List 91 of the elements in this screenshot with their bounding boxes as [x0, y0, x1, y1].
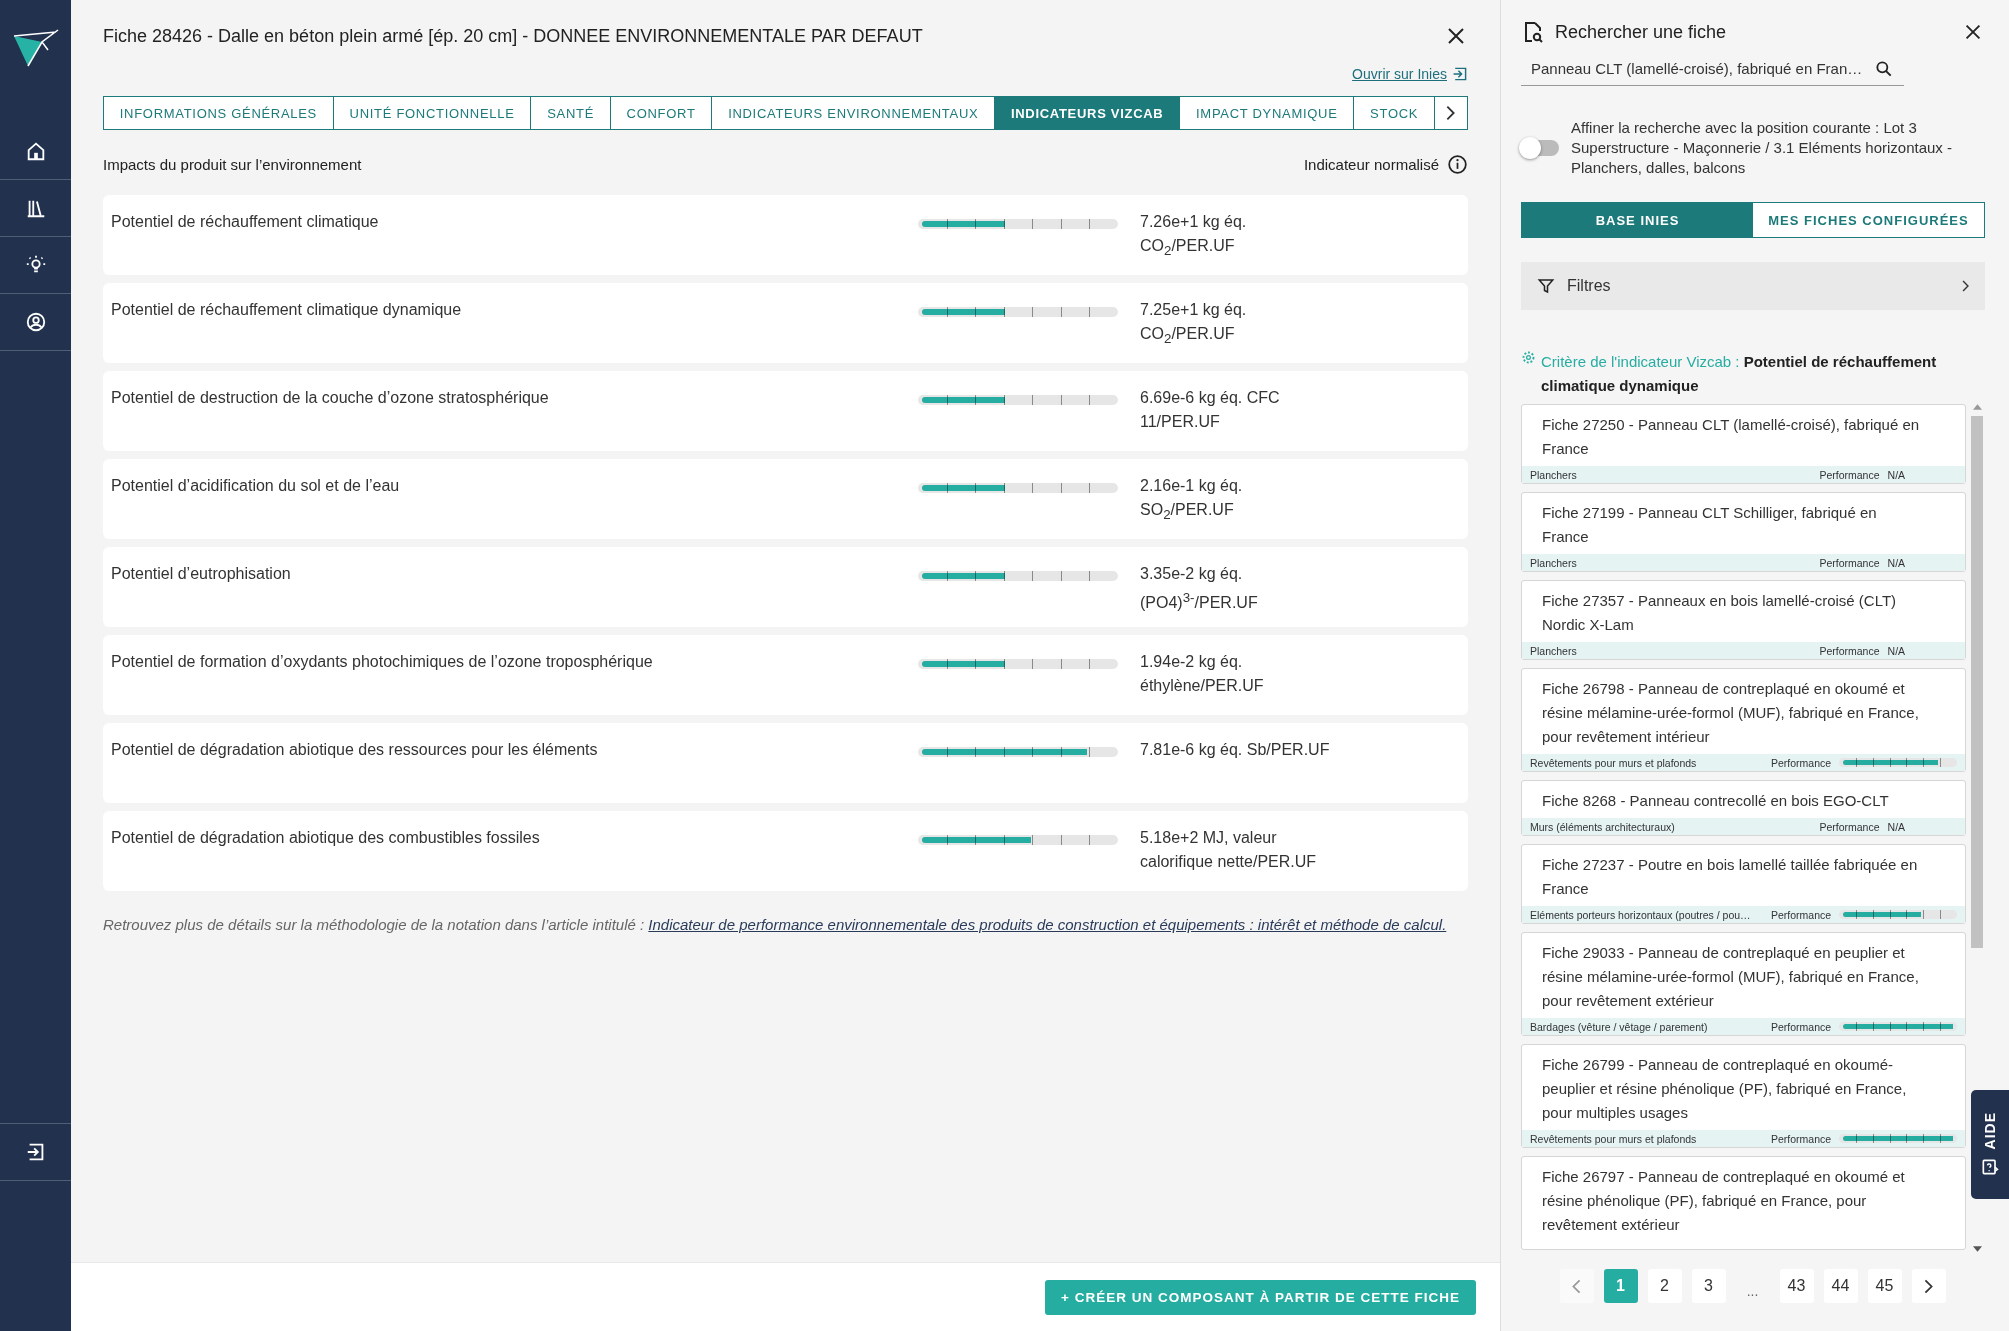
filters-button[interactable]: Filtres — [1521, 262, 1985, 310]
impact-value: 7.81e-6 kg éq. Sb/PER.UF — [1140, 740, 1331, 760]
performance-label: Performance — [1770, 756, 1832, 769]
article-link[interactable]: Indicateur de performance environnementale des produits de construction et équipements : intérêt et méthode de calcul. — [648, 916, 1447, 933]
open-link[interactable]: Ouvrir sur Inies — [1352, 66, 1468, 82]
performance-value: N/A — [1887, 820, 1906, 833]
scroll-down-icon[interactable] — [1972, 1246, 1982, 1252]
user-icon[interactable] — [24, 311, 47, 333]
filter-icon — [1537, 277, 1555, 295]
search-icon[interactable] — [1874, 58, 1894, 79]
performance-label: Performance — [1819, 556, 1880, 569]
help-tab[interactable]: AIDE — [1971, 1090, 2009, 1199]
result-title: Fiche 27237 - Poutre en bois lamellé taillée fabriquée en France — [1541, 855, 1919, 899]
search-field[interactable]: Panneau CLT (lamellé-croisé), fabriqué en Fran… — [1521, 52, 1904, 86]
source-tab[interactable]: MES FICHES CONFIGURÉES — [1753, 203, 1984, 237]
chevron-right-icon — [1924, 1278, 1933, 1294]
result-card[interactable]: Fiche 27250 - Panneau CLT (lamellé-croisé), fabriqué en France Planchers Performance N/A — [1521, 404, 1967, 484]
methodology-note: Retrouvez plus de détails sur la méthodologie de la notation dans l’article intitulé : Indicateur de performance environnementale des produits de construction et équipements : intérêt et méthode de calcul. — [103, 915, 1448, 935]
help-icon — [1980, 1157, 2000, 1178]
page-button[interactable]: 43 — [1779, 1269, 1814, 1303]
performance-label: Performance — [1770, 1020, 1832, 1033]
impact-label: Potentiel d’acidification du sol et de l’eau — [111, 476, 401, 496]
performance-label: Performance — [1819, 468, 1880, 481]
pagination-ellipsis: ... — [1745, 1282, 1760, 1299]
result-card[interactable]: Fiche 27357 - Panneaux en bois lamellé-croisé (CLT) Nordic X-Lam Planchers Performance N/A — [1521, 580, 1967, 660]
performance-label: Performance — [1819, 820, 1880, 833]
page-button[interactable]: 3 — [1691, 1269, 1726, 1303]
performance-value: N/A — [1887, 556, 1906, 569]
category-label: Murs (éléments architecturaux) — [1530, 820, 1675, 833]
normalized-indicator-label: Indicateur normalisé — [1303, 156, 1439, 173]
category-label: Planchers — [1530, 468, 1577, 481]
impact-value: 2.16e-1 kg éq. SO$_{2}$/PER.UF — [1140, 476, 1244, 525]
page-button[interactable]: 2 — [1647, 1269, 1682, 1303]
logo-icon[interactable] — [11, 28, 60, 68]
result-title: Fiche 26798 - Panneau de contreplaqué en okoumé et résine mélamine-urée-formol (MUF), fabriqué en France, pour revêtement intérieur — [1541, 679, 1920, 747]
result-card[interactable]: Fiche 29033 - Panneau de contreplaqué en peuplier et résine mélamine-urée-formol (MUF), fabriqué en France, pour revêtement extérieur Bardages (vêture / vêtage / parement) Performance — [1521, 932, 1967, 1036]
impact-label: Potentiel de dégradation abiotique des ressources pour les éléments — [111, 740, 599, 760]
performance-value: N/A — [1887, 644, 1906, 657]
page-button[interactable]: 45 — [1867, 1269, 1902, 1303]
result-card[interactable]: Fiche 26798 - Panneau de contreplaqué en okoumé et résine mélamine-urée-formol (MUF), fabriqué en France, pour revêtement intérieur Revêtements pour murs et plafonds Performance — [1521, 668, 1967, 772]
chevron-right-icon — [1446, 105, 1456, 121]
gear-icon — [1521, 350, 1536, 365]
performance-value: N/A — [1887, 468, 1906, 481]
result-card[interactable]: Fiche 27237 - Poutre en bois lamellé taillée fabriquée en France Eléments porteurs horizontaux (poutres / pou… Performance — [1521, 844, 1967, 924]
impact-label: Potentiel de réchauffement climatique — [111, 212, 380, 232]
result-card[interactable]: Fiche 26797 - Panneau de contreplaqué en okoumé et résine phénolique (PF), fabriqué en France, pour revêtement extérieur — [1521, 1156, 1967, 1250]
criterion-text: Critère de l'indicateur Vizcab : Potentiel de réchauffement climatique dynamique — [1541, 352, 1938, 396]
impact-label: Potentiel de réchauffement climatique dynamique — [111, 300, 463, 320]
impact-value: 5.18e+2 MJ, valeur calorifique nette/PER.UF — [1140, 828, 1318, 872]
result-card[interactable]: Fiche 27199 - Panneau CLT Schilliger, fabriqué en France Planchers Performance N/A — [1521, 492, 1967, 572]
info-icon[interactable] — [1447, 154, 1468, 175]
toggle-label: Affiner la recherche avec la position courante : Lot 3 Superstructure - Maçonnerie / 3.1 Eléments horizontaux - Planchers, dalles, balcons — [1571, 118, 1953, 178]
impact-label: Potentiel de formation d’oxydants photochimiques de l’ozone troposphérique — [111, 652, 654, 672]
section-title: Impacts du produit sur l’environnement — [103, 156, 362, 173]
impact-value: 1.94e-2 kg éq. éthylène/PER.UF — [1140, 652, 1265, 696]
result-card[interactable]: Fiche 8268 - Panneau contrecollé en bois EGO-CLT Murs (éléments architecturaux) Performance N/A — [1521, 780, 1967, 836]
result-title: Fiche 8268 - Panneau contrecollé en bois EGO-CLT — [1541, 791, 1890, 811]
dialog-title: Fiche 28426 - Dalle en béton plein armé [ép. 20 cm] - DONNEE ENVIRONNEMENTALE PAR DEFAUT — [103, 25, 923, 47]
performance-label: Performance — [1770, 1132, 1832, 1145]
result-card[interactable]: Fiche 26799 - Panneau de contreplaqué en okoumé-peuplier et résine phénolique (PF), fabriqué en France, pour multiples usages Revêtements pour murs et plafonds Performance — [1521, 1044, 1967, 1148]
category-label: Revêtements pour murs et plafonds — [1530, 1132, 1697, 1145]
result-title: Fiche 29033 - Panneau de contreplaqué en peuplier et résine mélamine-urée-formol (MUF), fabriqué en France, pour revêtement extérieur — [1541, 943, 1920, 1011]
performance-label: Performance — [1819, 644, 1880, 657]
impact-label: Potentiel de dégradation abiotique des combustibles fossiles — [111, 828, 541, 848]
scrollbar[interactable] — [1970, 404, 1984, 1252]
impact-value: 7.26e+1 kg éq. CO$_{2}$/PER.UF — [1140, 212, 1248, 261]
impact-value: 7.25e+1 kg éq. CO$_{2}$/PER.UF — [1140, 300, 1248, 349]
chevron-right-icon — [1962, 280, 1969, 292]
tab[interactable]: INDICATEURS VIZCAB — [995, 97, 1181, 129]
scroll-up-icon[interactable] — [1972, 404, 1982, 410]
result-title: Fiche 26799 - Panneau de contreplaqué en okoumé-peuplier et résine phénolique (PF), fabriqué en France, pour multiples usages — [1541, 1055, 1908, 1123]
impact-label: Potentiel de destruction de la couche d’ozone stratosphérique — [111, 388, 550, 408]
category-label: Eléments porteurs horizontaux (poutres / pou… — [1530, 908, 1751, 921]
impact-label: Potentiel d’eutrophisation — [111, 564, 292, 584]
toggle-switch[interactable] — [1521, 140, 1559, 156]
chevron-left-icon — [1572, 1278, 1581, 1294]
source-tab[interactable]: BASE INIES — [1522, 203, 1753, 237]
category-label: Revêtements pour murs et plafonds — [1530, 756, 1697, 769]
impact-value: 3.35e-2 kg éq. (PO4)$^{3-}$/PER.UF — [1140, 564, 1259, 614]
performance-label: Performance — [1770, 908, 1832, 921]
result-title: Fiche 27199 - Panneau CLT Schilliger, fabriqué en France — [1541, 503, 1878, 547]
result-title: Fiche 27250 - Panneau CLT (lamellé-croisé), fabriqué en France — [1541, 415, 1921, 459]
category-label: Planchers — [1530, 556, 1577, 569]
category-label: Planchers — [1530, 644, 1577, 657]
impact-value: 6.69e-6 kg éq. CFC 11/PER.UF — [1140, 388, 1281, 432]
panel-title: Rechercher une fiche — [1555, 21, 1728, 43]
next-page-button[interactable] — [1911, 1269, 1946, 1303]
page-button[interactable]: 44 — [1823, 1269, 1858, 1303]
external-link-icon — [1452, 66, 1468, 82]
result-title: Fiche 27357 - Panneaux en bois lamellé-croisé (CLT) Nordic X-Lam — [1541, 591, 1898, 635]
category-label: Bardages (vêture / vêtage / parement) — [1530, 1020, 1708, 1033]
